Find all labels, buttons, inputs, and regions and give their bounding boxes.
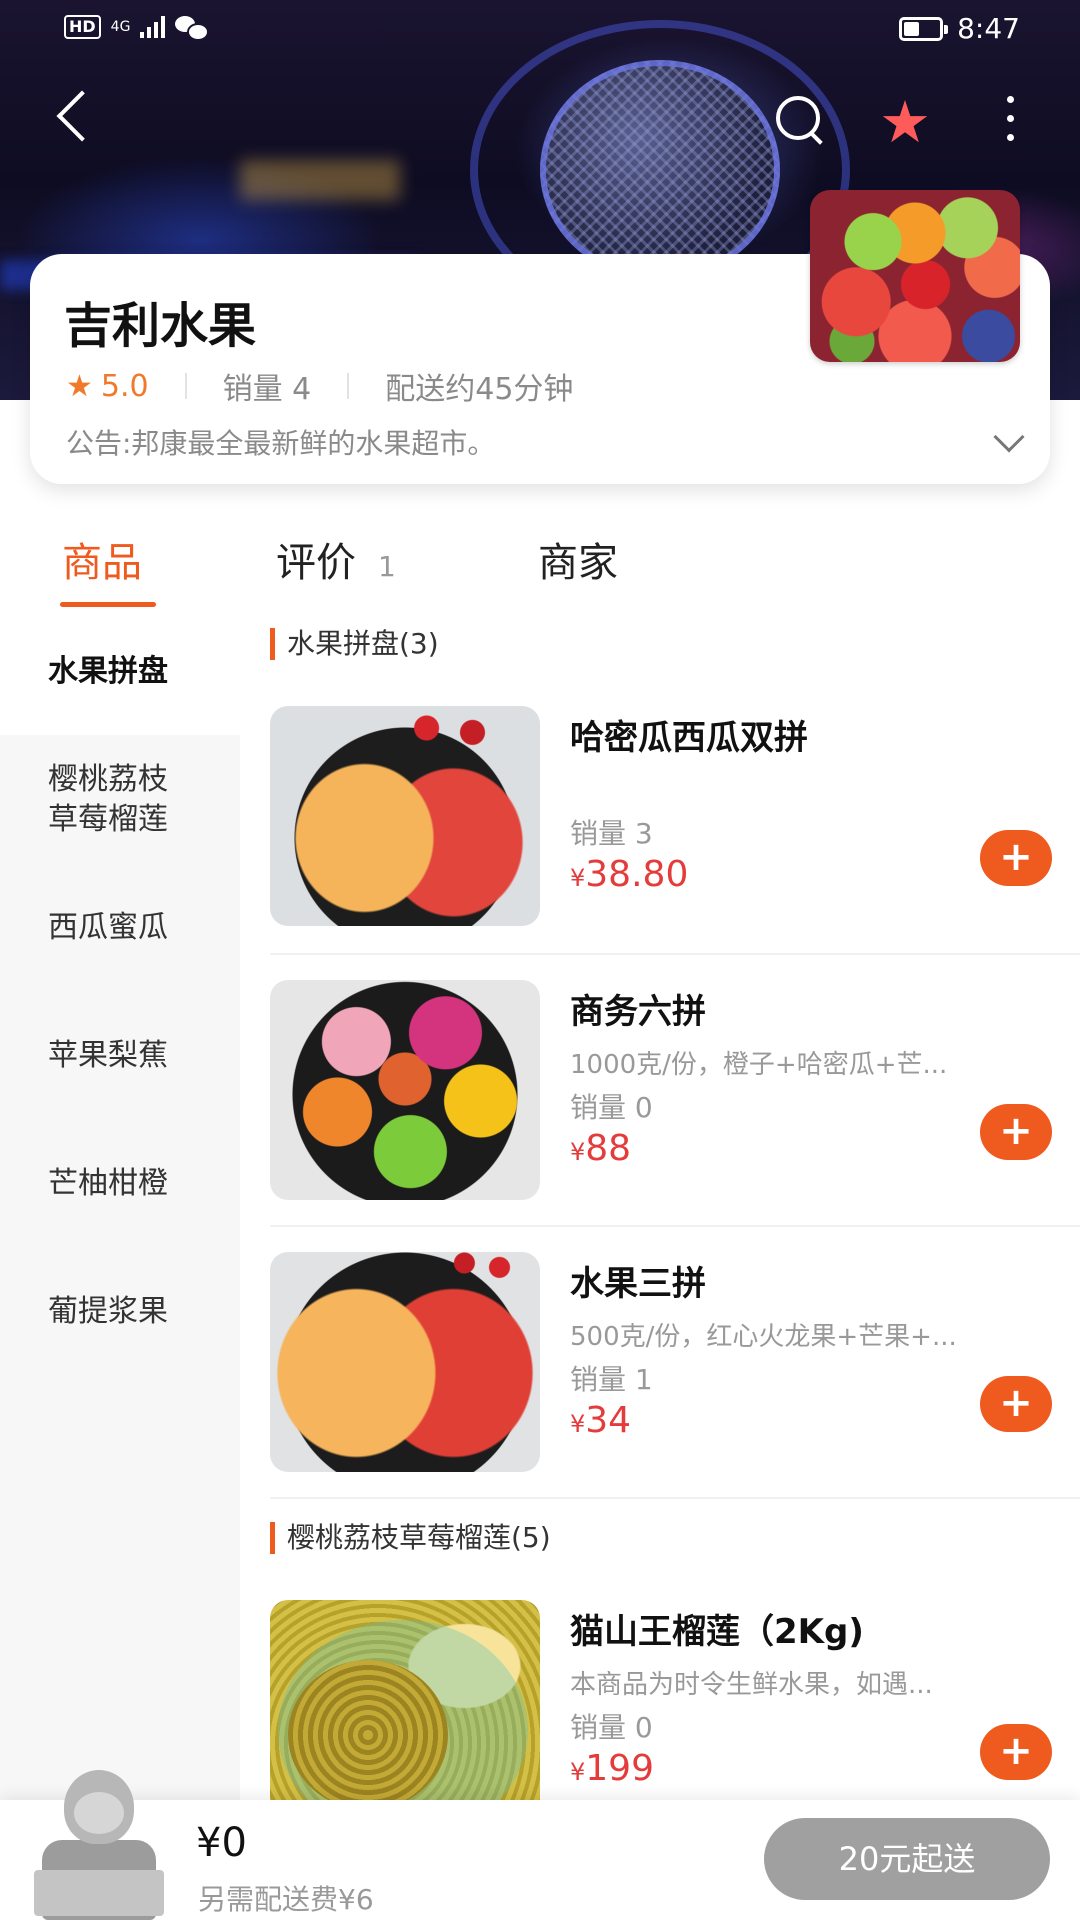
battery-icon bbox=[899, 16, 949, 41]
delivery-fee: 另需配送费¥6 bbox=[198, 1883, 374, 1916]
review-count: 1 bbox=[378, 550, 396, 583]
hd-badge: HD bbox=[64, 15, 101, 39]
banner-microphone-image bbox=[540, 60, 780, 280]
divider bbox=[270, 1225, 1080, 1227]
product-sales: 销量 1 bbox=[570, 1363, 653, 1396]
add-to-cart-button[interactable]: + bbox=[980, 1724, 1052, 1780]
product-price: ¥88 bbox=[570, 1128, 632, 1169]
product-price: ¥38.80 bbox=[570, 854, 689, 895]
product-sales: 销量 0 bbox=[570, 1091, 653, 1124]
category-label: 西瓜蜜瓜 bbox=[48, 910, 168, 945]
delivery-time: 配送约45分钟 bbox=[385, 372, 574, 407]
divider bbox=[184, 373, 187, 399]
product-item[interactable]: 水果三拼 500克/份，红心火龙果+芒果+... 销量 1 ¥34 + bbox=[270, 1252, 1080, 1472]
tab-merchant[interactable]: 商家 bbox=[538, 530, 618, 588]
shop-notice: 公告:邦康最全最新鲜的水果超市。 bbox=[66, 427, 496, 460]
product-image[interactable] bbox=[270, 980, 540, 1200]
add-to-cart-button[interactable]: + bbox=[980, 1376, 1052, 1432]
search-icon[interactable] bbox=[770, 92, 830, 152]
product-price: ¥199 bbox=[570, 1748, 654, 1789]
category-label: 草莓榴莲 bbox=[48, 802, 168, 837]
category-label: 樱桃荔枝 bbox=[48, 762, 168, 797]
signal-icon bbox=[140, 16, 166, 38]
category-item[interactable]: 苹果梨蕉 bbox=[0, 1036, 240, 1076]
back-arrow-icon[interactable] bbox=[50, 88, 110, 148]
product-item[interactable]: 商务六拼 1000克/份，橙子+哈密瓜+芒... 销量 0 ¥88 + bbox=[270, 980, 1080, 1200]
category-item[interactable]: 西瓜蜜瓜 bbox=[0, 908, 240, 948]
cart-total: ¥0 bbox=[196, 1820, 247, 1866]
product-price: ¥34 bbox=[570, 1400, 632, 1441]
wechat-icon bbox=[175, 14, 210, 41]
banner-light bbox=[240, 160, 400, 200]
tab-bar: 商品 评价 1 商家 bbox=[0, 530, 1080, 610]
min-order-button[interactable]: 20元起送 bbox=[764, 1818, 1050, 1900]
tab-label: 商家 bbox=[538, 540, 618, 586]
tab-label: 商品 bbox=[62, 540, 142, 586]
section-title: 水果拼盘(3) bbox=[270, 628, 439, 660]
product-name: 商务六拼 bbox=[570, 992, 706, 1032]
category-item[interactable]: 樱桃荔枝 草莓榴莲 bbox=[0, 760, 240, 840]
product-image[interactable] bbox=[270, 706, 540, 926]
category-item[interactable]: 葡提浆果 bbox=[0, 1292, 240, 1332]
cart-bar: ¥0 另需配送费¥6 20元起送 bbox=[0, 1770, 1080, 1920]
category-item[interactable]: 水果拼盘 bbox=[0, 610, 240, 735]
chevron-down-icon[interactable] bbox=[993, 421, 1025, 453]
category-label: 水果拼盘 bbox=[48, 654, 168, 689]
shop-sales: 销量 4 bbox=[222, 372, 312, 407]
product-image[interactable] bbox=[270, 1252, 540, 1472]
add-to-cart-button[interactable]: + bbox=[980, 830, 1052, 886]
shop-name: 吉利水果 bbox=[64, 298, 257, 354]
star-icon: ★ bbox=[66, 368, 93, 404]
product-desc: 本商品为时令生鲜水果，如遇... bbox=[570, 1670, 933, 1700]
category-label: 苹果梨蕉 bbox=[48, 1038, 168, 1073]
tab-active-indicator bbox=[60, 602, 156, 607]
divider bbox=[270, 953, 1080, 955]
section-title: 樱桃荔枝草莓榴莲(5) bbox=[270, 1522, 551, 1554]
star-icon[interactable]: ★ bbox=[870, 92, 940, 152]
clock: 8:47 bbox=[957, 12, 1020, 45]
product-name: 哈密瓜西瓜双拼 bbox=[570, 718, 808, 758]
tab-products[interactable]: 商品 bbox=[62, 530, 142, 588]
tab-label: 评价 bbox=[276, 540, 356, 586]
category-item[interactable]: 芒柚柑橙 bbox=[0, 1164, 240, 1204]
product-sales: 销量 3 bbox=[570, 817, 653, 850]
tab-reviews[interactable]: 评价 1 bbox=[276, 530, 396, 588]
product-image[interactable] bbox=[270, 1600, 540, 1820]
product-item[interactable]: 猫山王榴莲（2Kg) 本商品为时令生鲜水果，如遇... 销量 0 ¥199 + bbox=[270, 1600, 1080, 1820]
cart-mascot-icon[interactable] bbox=[34, 1770, 164, 1920]
category-label: 葡提浆果 bbox=[48, 1294, 168, 1329]
product-sales: 销量 0 bbox=[570, 1711, 653, 1744]
product-desc: 500克/份，红心火龙果+芒果+... bbox=[570, 1322, 957, 1352]
shop-meta: ★ 5.0 销量 4 配送约45分钟 bbox=[66, 364, 573, 408]
network-type: 4G bbox=[110, 19, 131, 35]
divider bbox=[270, 1497, 1080, 1499]
add-to-cart-button[interactable]: + bbox=[980, 1104, 1052, 1160]
status-bar: HD 4G 8:47 bbox=[0, 0, 1080, 62]
shop-rating: 5.0 bbox=[100, 368, 149, 404]
product-name: 水果三拼 bbox=[570, 1264, 706, 1304]
divider bbox=[347, 373, 350, 399]
shop-logo bbox=[810, 190, 1020, 362]
more-vertical-icon[interactable] bbox=[1000, 96, 1020, 150]
product-name: 猫山王榴莲（2Kg) bbox=[570, 1612, 864, 1652]
category-label: 芒柚柑橙 bbox=[48, 1166, 168, 1201]
product-item[interactable]: 哈密瓜西瓜双拼 销量 3 ¥38.80 + bbox=[270, 706, 1080, 926]
status-right: 8:47 bbox=[899, 12, 1020, 45]
status-left: HD 4G bbox=[64, 14, 210, 41]
category-sidebar: 水果拼盘 樱桃荔枝 草莓榴莲 西瓜蜜瓜 苹果梨蕉 芒柚柑橙 葡提浆果 bbox=[0, 610, 240, 1810]
product-desc: 1000克/份，橙子+哈密瓜+芒... bbox=[570, 1050, 948, 1080]
